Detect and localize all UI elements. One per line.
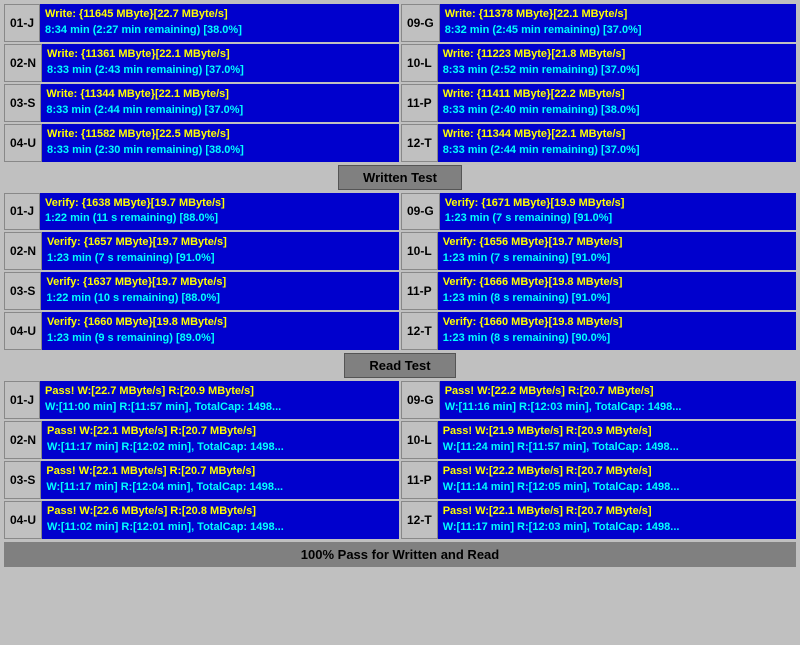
write-right-0: 09-GWrite: {11378 MByte}[22.1 MByte/s]8:… <box>401 4 796 42</box>
drive-label-right-2: 11-P <box>401 84 438 122</box>
read-right-1: 10-LPass! W:[21.9 MByte/s] R:[20.9 MByte… <box>401 421 796 459</box>
drive-label-left-0: 01-J <box>4 381 40 419</box>
verify-right-0: 09-GVerify: {1671 MByte}[19.9 MByte/s]1:… <box>401 193 796 231</box>
cell-content-right-0: Write: {11378 MByte}[22.1 MByte/s]8:32 m… <box>440 4 796 42</box>
drive-label-right-3: 12-T <box>401 501 438 539</box>
cell-content-right-0: Verify: {1671 MByte}[19.9 MByte/s]1:23 m… <box>440 193 796 231</box>
read-left-3: 04-UPass! W:[22.6 MByte/s] R:[20.8 MByte… <box>4 501 399 539</box>
write-left-2: 03-SWrite: {11344 MByte}[22.1 MByte/s]8:… <box>4 84 399 122</box>
drive-label-right-1: 10-L <box>401 232 438 270</box>
drive-label-right-2: 11-P <box>401 461 438 499</box>
drive-label-right-0: 09-G <box>401 4 440 42</box>
cell-content-left-3: Verify: {1660 MByte}[19.8 MByte/s]1:23 m… <box>42 312 399 350</box>
cell-content-left-0: Write: {11645 MByte}[22.7 MByte/s]8:34 m… <box>40 4 399 42</box>
write-right-2: 11-PWrite: {11411 MByte}[22.2 MByte/s]8:… <box>401 84 796 122</box>
cell-content-left-3: Pass! W:[22.6 MByte/s] R:[20.8 MByte/s]W… <box>42 501 399 539</box>
cell-content-left-1: Write: {11361 MByte}[22.1 MByte/s]8:33 m… <box>42 44 399 82</box>
drive-label-left-2: 03-S <box>4 272 41 310</box>
verify-left-3: 04-UVerify: {1660 MByte}[19.8 MByte/s]1:… <box>4 312 399 350</box>
write-left-1: 02-NWrite: {11361 MByte}[22.1 MByte/s]8:… <box>4 44 399 82</box>
cell-content-right-3: Write: {11344 MByte}[22.1 MByte/s]8:33 m… <box>438 124 796 162</box>
read-right-2: 11-PPass! W:[22.2 MByte/s] R:[20.7 MByte… <box>401 461 796 499</box>
write-right-1: 10-LWrite: {11223 MByte}[21.8 MByte/s]8:… <box>401 44 796 82</box>
cell-content-right-2: Write: {11411 MByte}[22.2 MByte/s]8:33 m… <box>438 84 796 122</box>
verify-left-2: 03-SVerify: {1637 MByte}[19.7 MByte/s]1:… <box>4 272 399 310</box>
read-left-1: 02-NPass! W:[22.1 MByte/s] R:[20.7 MByte… <box>4 421 399 459</box>
drive-label-left-2: 03-S <box>4 461 41 499</box>
written-test-label: Written Test <box>338 165 462 190</box>
cell-content-left-2: Write: {11344 MByte}[22.1 MByte/s]8:33 m… <box>41 84 399 122</box>
cell-content-right-2: Verify: {1666 MByte}[19.8 MByte/s]1:23 m… <box>438 272 796 310</box>
drive-label-left-3: 04-U <box>4 312 42 350</box>
verify-section: 01-JVerify: {1638 MByte}[19.7 MByte/s]1:… <box>4 193 796 351</box>
read-left-0: 01-JPass! W:[22.7 MByte/s] R:[20.9 MByte… <box>4 381 399 419</box>
verify-row-0: 01-JVerify: {1638 MByte}[19.7 MByte/s]1:… <box>4 193 796 231</box>
verify-row-2: 03-SVerify: {1637 MByte}[19.7 MByte/s]1:… <box>4 272 796 310</box>
cell-content-right-1: Write: {11223 MByte}[21.8 MByte/s]8:33 m… <box>438 44 796 82</box>
drive-label-right-3: 12-T <box>401 312 438 350</box>
drive-label-left-1: 02-N <box>4 421 42 459</box>
drive-label-left-1: 02-N <box>4 44 42 82</box>
read-section: 01-JPass! W:[22.7 MByte/s] R:[20.9 MByte… <box>4 381 796 539</box>
verify-row-1: 02-NVerify: {1657 MByte}[19.7 MByte/s]1:… <box>4 232 796 270</box>
read-test-label: Read Test <box>344 353 455 378</box>
read-left-2: 03-SPass! W:[22.1 MByte/s] R:[20.7 MByte… <box>4 461 399 499</box>
bottom-status-bar: 100% Pass for Written and Read <box>4 542 796 567</box>
cell-content-left-2: Pass! W:[22.1 MByte/s] R:[20.7 MByte/s]W… <box>41 461 399 499</box>
read-row-3: 04-UPass! W:[22.6 MByte/s] R:[20.8 MByte… <box>4 501 796 539</box>
drive-label-left-1: 02-N <box>4 232 42 270</box>
verify-right-2: 11-PVerify: {1666 MByte}[19.8 MByte/s]1:… <box>401 272 796 310</box>
cell-content-right-3: Pass! W:[22.1 MByte/s] R:[20.7 MByte/s]W… <box>438 501 796 539</box>
cell-content-right-3: Verify: {1660 MByte}[19.8 MByte/s]1:23 m… <box>438 312 796 350</box>
drive-label-left-0: 01-J <box>4 193 40 231</box>
write-right-3: 12-TWrite: {11344 MByte}[22.1 MByte/s]8:… <box>401 124 796 162</box>
read-test-label-row: Read Test <box>4 353 796 378</box>
verify-left-0: 01-JVerify: {1638 MByte}[19.7 MByte/s]1:… <box>4 193 399 231</box>
write-row-3: 04-UWrite: {11582 MByte}[22.5 MByte/s]8:… <box>4 124 796 162</box>
cell-content-left-0: Verify: {1638 MByte}[19.7 MByte/s]1:22 m… <box>40 193 399 231</box>
verify-left-1: 02-NVerify: {1657 MByte}[19.7 MByte/s]1:… <box>4 232 399 270</box>
drive-label-right-3: 12-T <box>401 124 438 162</box>
drive-label-right-0: 09-G <box>401 381 440 419</box>
write-row-2: 03-SWrite: {11344 MByte}[22.1 MByte/s]8:… <box>4 84 796 122</box>
cell-content-left-3: Write: {11582 MByte}[22.5 MByte/s]8:33 m… <box>42 124 399 162</box>
drive-label-left-0: 01-J <box>4 4 40 42</box>
cell-content-left-1: Verify: {1657 MByte}[19.7 MByte/s]1:23 m… <box>42 232 399 270</box>
cell-content-left-1: Pass! W:[22.1 MByte/s] R:[20.7 MByte/s]W… <box>42 421 399 459</box>
drive-label-left-3: 04-U <box>4 501 42 539</box>
drive-label-right-1: 10-L <box>401 421 438 459</box>
read-row-1: 02-NPass! W:[22.1 MByte/s] R:[20.7 MByte… <box>4 421 796 459</box>
verify-right-1: 10-LVerify: {1656 MByte}[19.7 MByte/s]1:… <box>401 232 796 270</box>
write-left-0: 01-JWrite: {11645 MByte}[22.7 MByte/s]8:… <box>4 4 399 42</box>
read-right-0: 09-GPass! W:[22.2 MByte/s] R:[20.7 MByte… <box>401 381 796 419</box>
read-row-2: 03-SPass! W:[22.1 MByte/s] R:[20.7 MByte… <box>4 461 796 499</box>
verify-row-3: 04-UVerify: {1660 MByte}[19.8 MByte/s]1:… <box>4 312 796 350</box>
cell-content-right-2: Pass! W:[22.2 MByte/s] R:[20.7 MByte/s]W… <box>438 461 796 499</box>
cell-content-left-2: Verify: {1637 MByte}[19.7 MByte/s]1:22 m… <box>41 272 399 310</box>
main-container: 01-JWrite: {11645 MByte}[22.7 MByte/s]8:… <box>0 0 800 571</box>
cell-content-right-0: Pass! W:[22.2 MByte/s] R:[20.7 MByte/s]W… <box>440 381 796 419</box>
write-row-1: 02-NWrite: {11361 MByte}[22.1 MByte/s]8:… <box>4 44 796 82</box>
write-left-3: 04-UWrite: {11582 MByte}[22.5 MByte/s]8:… <box>4 124 399 162</box>
read-row-0: 01-JPass! W:[22.7 MByte/s] R:[20.9 MByte… <box>4 381 796 419</box>
drive-label-left-2: 03-S <box>4 84 41 122</box>
written-test-label-row: Written Test <box>4 165 796 190</box>
verify-right-3: 12-TVerify: {1660 MByte}[19.8 MByte/s]1:… <box>401 312 796 350</box>
drive-label-right-0: 09-G <box>401 193 440 231</box>
cell-content-right-1: Pass! W:[21.9 MByte/s] R:[20.9 MByte/s]W… <box>438 421 796 459</box>
write-section: 01-JWrite: {11645 MByte}[22.7 MByte/s]8:… <box>4 4 796 162</box>
drive-label-right-1: 10-L <box>401 44 438 82</box>
cell-content-left-0: Pass! W:[22.7 MByte/s] R:[20.9 MByte/s]W… <box>40 381 399 419</box>
read-right-3: 12-TPass! W:[22.1 MByte/s] R:[20.7 MByte… <box>401 501 796 539</box>
cell-content-right-1: Verify: {1656 MByte}[19.7 MByte/s]1:23 m… <box>438 232 796 270</box>
drive-label-right-2: 11-P <box>401 272 438 310</box>
write-row-0: 01-JWrite: {11645 MByte}[22.7 MByte/s]8:… <box>4 4 796 42</box>
drive-label-left-3: 04-U <box>4 124 42 162</box>
